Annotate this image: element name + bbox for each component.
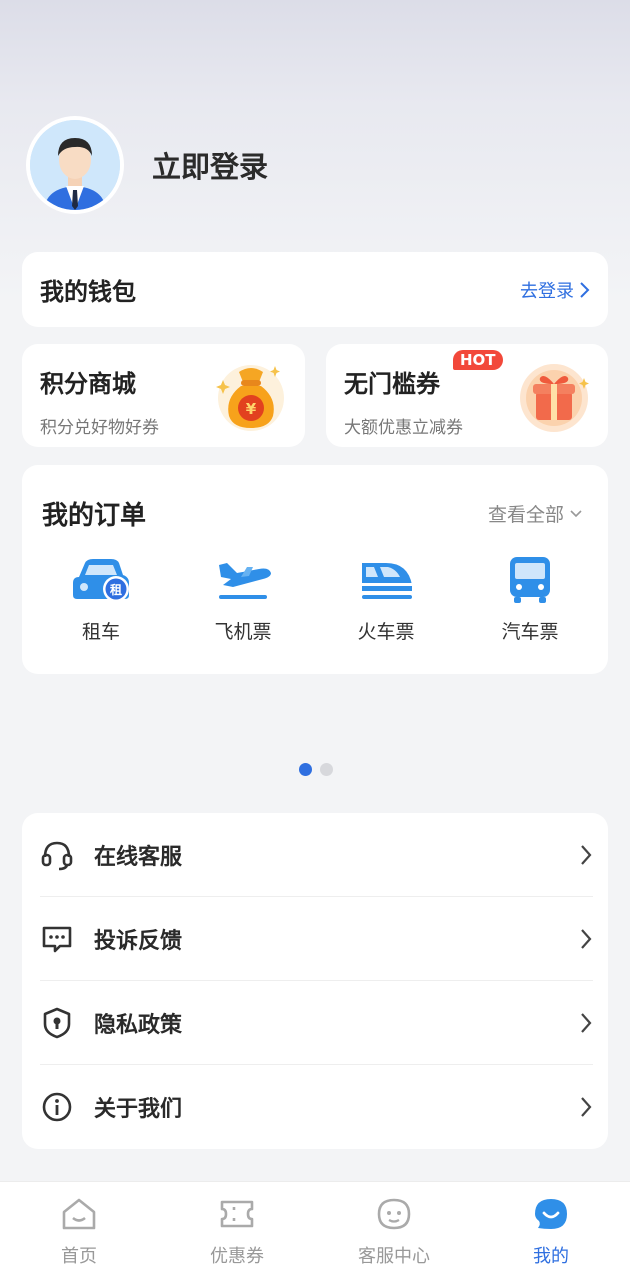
order-label: 租车 xyxy=(81,621,120,643)
avatar[interactable] xyxy=(26,116,124,214)
chevron-right-icon xyxy=(581,928,592,949)
wallet-card[interactable]: 我的钱包 去登录 xyxy=(22,252,608,327)
chevron-down-icon xyxy=(570,509,582,517)
login-button[interactable]: 立即登录 xyxy=(152,144,268,186)
menu-item-online-service[interactable]: 在线客服 xyxy=(40,813,593,897)
order-label: 汽车票 xyxy=(501,621,559,643)
order-label: 飞机票 xyxy=(214,621,272,643)
service-menu: 在线客服 投诉反馈 隐私政策 关于我们 xyxy=(22,813,608,1149)
order-flight[interactable]: 飞机票 xyxy=(188,555,298,644)
bottom-tab-bar: 首页 优惠券 客服中心 我的 xyxy=(0,1181,630,1280)
wallet-title: 我的钱包 xyxy=(40,278,136,306)
chat-bubble-icon xyxy=(42,926,72,952)
tab-label: 首页 xyxy=(61,1246,97,1267)
gift-box-icon xyxy=(520,364,589,432)
orders-title: 我的订单 xyxy=(42,501,147,531)
chevron-right-icon xyxy=(581,844,592,865)
wallet-login-link[interactable]: 去登录 xyxy=(520,277,590,303)
user-avatar-icon xyxy=(30,120,120,210)
carousel-indicator xyxy=(299,763,333,776)
profile-bubble-icon xyxy=(535,1199,567,1229)
airplane-icon xyxy=(219,563,271,599)
chevron-right-icon xyxy=(580,281,590,298)
tab-label: 客服中心 xyxy=(358,1246,430,1267)
info-icon xyxy=(42,1092,72,1122)
orders-card: 我的订单 查看全部 租 租车 飞机票 火车票 汽车票 xyxy=(22,465,608,674)
headset-icon xyxy=(41,841,73,870)
tab-home[interactable]: 首页 xyxy=(14,1196,144,1268)
train-icon xyxy=(362,563,412,599)
chevron-right-icon xyxy=(581,1097,592,1117)
tab-mine[interactable]: 我的 xyxy=(486,1196,616,1268)
tab-coupons[interactable]: 优惠券 xyxy=(172,1196,302,1268)
menu-label: 投诉反馈 xyxy=(94,928,183,954)
order-label: 火车票 xyxy=(357,621,415,643)
menu-label: 隐私政策 xyxy=(94,1012,183,1038)
tab-label: 优惠券 xyxy=(210,1246,264,1267)
carousel-dot-active[interactable] xyxy=(299,763,312,776)
svg-text:¥: ¥ xyxy=(246,400,257,418)
car-rental-icon: 租 xyxy=(73,559,129,602)
menu-item-about[interactable]: 关于我们 xyxy=(40,1065,593,1149)
view-all-label: 查看全部 xyxy=(487,504,564,526)
menu-item-feedback[interactable]: 投诉反馈 xyxy=(40,897,593,981)
bus-icon xyxy=(510,557,550,603)
tab-label: 我的 xyxy=(533,1246,569,1267)
carousel-dot[interactable] xyxy=(320,763,333,776)
hot-badge: HOT xyxy=(453,350,503,370)
points-mall-card[interactable]: 积分商城 积分兑好物好券 ¥ xyxy=(22,344,305,447)
chevron-right-icon xyxy=(581,1012,592,1033)
menu-label: 关于我们 xyxy=(94,1097,183,1122)
menu-label: 在线客服 xyxy=(94,844,183,870)
tab-service-center[interactable]: 客服中心 xyxy=(329,1196,459,1268)
menu-item-privacy[interactable]: 隐私政策 xyxy=(40,981,593,1065)
svg-text:租: 租 xyxy=(110,583,122,597)
money-bag-icon: ¥ xyxy=(216,365,284,431)
wallet-login-label: 去登录 xyxy=(520,280,574,302)
order-car-rental[interactable]: 租 租车 xyxy=(46,555,156,644)
order-bus[interactable]: 汽车票 xyxy=(475,555,585,644)
view-all-orders-link[interactable]: 查看全部 xyxy=(488,500,582,527)
service-face-icon xyxy=(377,1198,411,1230)
profile-header[interactable]: 立即登录 xyxy=(26,116,268,214)
ticket-icon xyxy=(220,1200,254,1228)
home-icon xyxy=(62,1198,96,1230)
shield-lock-icon xyxy=(43,1007,71,1038)
order-train[interactable]: 火车票 xyxy=(331,555,441,644)
coupon-card[interactable]: 无门槛券 HOT 大额优惠立减券 xyxy=(326,344,608,447)
